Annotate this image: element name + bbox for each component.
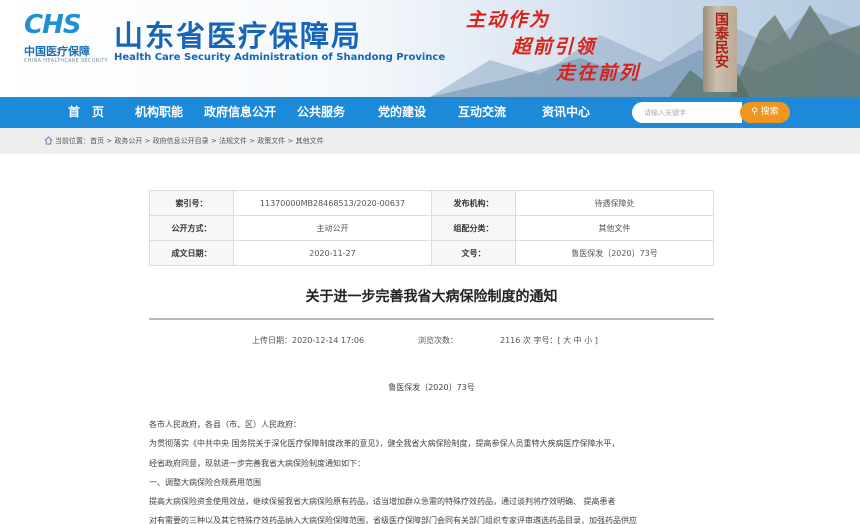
document-meta-table: 索引号： 11370000MB28468513/2020-00637 发布机构：…: [149, 190, 714, 266]
font-size-large-button[interactable]: 大: [563, 336, 571, 345]
home-icon: [44, 136, 53, 145]
body-paragraph: 为贯彻落实《中共中央 国务院关于深化医疗保障制度改革的意见》，健全我省大病保险制…: [149, 439, 620, 448]
category-label: 组配分类：: [431, 215, 516, 241]
publisher-label: 发布机构：: [431, 190, 516, 216]
body-paragraph: 经省政府同意，现就进一步完善我省大病保险制度通知如下：: [149, 459, 365, 468]
nav-item-functions[interactable]: 机构职能: [135, 97, 183, 128]
article-title: 关于进一步完善我省大病保险制度的通知: [305, 289, 558, 305]
site-title: 山东省医疗保障局: [114, 19, 363, 53]
view-count-label: 浏览次数：: [418, 336, 458, 345]
search-button-label: 搜索: [760, 107, 779, 117]
search-box: ⚲搜索: [632, 102, 790, 123]
font-size-end: ]: [594, 336, 598, 345]
search-icon: ⚲: [751, 107, 758, 117]
section-heading: 一、调整大病保险合规费用范围: [149, 478, 261, 487]
nav-item-interaction[interactable]: 互动交流: [458, 97, 506, 128]
index-label: 索引号：: [149, 190, 234, 216]
date-label: 成文日期：: [149, 240, 234, 266]
stele-inscription: 国泰民安: [713, 12, 729, 68]
slogan-line-1: 主动作为: [466, 9, 551, 31]
font-size-label: 次 字号：[: [522, 336, 561, 345]
table-row: 索引号： 11370000MB28468513/2020-00637 发布机构：…: [149, 190, 714, 216]
logo-english-text: CHINA HEALTHCARE SECURITY: [24, 58, 108, 64]
nav-item-public-service[interactable]: 公共服务: [297, 97, 345, 128]
site-subtitle-english: Health Care Security Administration of S…: [114, 52, 446, 63]
docnum-value: 鲁医保发〔2020〕73号: [515, 240, 714, 266]
logo-chinese-text: 中国医疗保障: [24, 45, 90, 58]
body-paragraph: 对有需要的三种以及其它特殊疗效药品纳入大病保险保障范围，省级医疗保障部门会同有关…: [149, 516, 637, 524]
date-value: 2020-11-27: [233, 240, 432, 266]
nav-item-news-center[interactable]: 资讯中心: [542, 97, 590, 128]
table-row: 成文日期： 2020-11-27 文号： 鲁医保发〔2020〕73号: [149, 240, 714, 266]
slogan-line-3: 走在前列: [556, 62, 641, 84]
nav-item-home[interactable]: 首 页: [68, 97, 104, 128]
body-paragraph: 提高大病保险资金使用效益，继续保留我省大病保险原有药品，适当增加群众急需的特殊疗…: [149, 497, 616, 506]
mode-label: 公开方式：: [149, 215, 234, 241]
slogan-line-2: 超前引领: [512, 36, 597, 58]
title-divider: [149, 318, 714, 320]
search-input[interactable]: [632, 102, 742, 123]
mode-value: 主动公开: [233, 215, 432, 241]
nav-item-gov-info[interactable]: 政府信息公开: [204, 97, 276, 128]
index-value: 11370000MB28468513/2020-00637: [233, 190, 432, 216]
font-size-medium-button[interactable]: 中: [574, 336, 582, 345]
breadcrumb-bar: 当前位置：首页 > 政务公开 > 政府信息公开目录 > 法规文件 > 政策文件 …: [0, 128, 860, 154]
font-size-small-button[interactable]: 小: [584, 336, 592, 345]
nav-item-party-building[interactable]: 党的建设: [378, 97, 426, 128]
body-paragraph: 各市人民政府，各县（市、区）人民政府：: [149, 420, 301, 429]
chs-logo[interactable]: CHS 中国医疗保障 CHINA HEALTHCARE SECURITY: [24, 10, 108, 66]
view-count-value: 2116: [500, 336, 521, 345]
stone-stele-image: 国泰民安: [703, 6, 737, 92]
category-value: 其他文件: [515, 215, 714, 241]
logo-mark: CHS: [24, 10, 82, 40]
upload-date: 上传日期：2020-12-14 17:06: [252, 336, 365, 345]
breadcrumb[interactable]: 当前位置：首页 > 政务公开 > 政府信息公开目录 > 法规文件 > 政策文件 …: [55, 128, 324, 154]
font-size-controls: 2116 次 字号：[ 大 中 小 ]: [500, 335, 598, 346]
publisher-value: 待遇保障处: [515, 190, 714, 216]
table-row: 公开方式： 主动公开 组配分类： 其他文件: [149, 215, 714, 241]
site-header: CHS 中国医疗保障 CHINA HEALTHCARE SECURITY 山东省…: [0, 0, 860, 97]
search-button[interactable]: ⚲ 搜索: [740, 102, 790, 123]
document-number: 鲁医保发〔2020〕73号: [388, 383, 475, 392]
docnum-label: 文号：: [431, 240, 516, 266]
